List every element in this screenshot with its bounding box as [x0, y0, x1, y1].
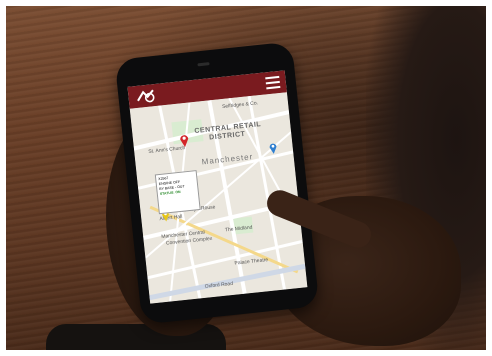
photo-scene: Selfridges & Co. CENTRAL RETAIL DISTRICT…	[6, 6, 486, 350]
hamburger-menu-icon[interactable]	[265, 75, 281, 90]
brand-logo-icon[interactable]	[134, 87, 158, 105]
red-marker-icon[interactable]	[179, 133, 190, 148]
smartphone: Selfridges & Co. CENTRAL RETAIL DISTRICT…	[114, 41, 320, 325]
phone-speaker	[197, 62, 210, 67]
vehicle-info-popup[interactable]: X2567 ENGINE OFF BY BASE - OUT STATUS: O…	[154, 170, 201, 215]
blue-marker-icon[interactable]	[268, 142, 278, 155]
phone-screen: Selfridges & Co. CENTRAL RETAIL DISTRICT…	[127, 70, 308, 304]
